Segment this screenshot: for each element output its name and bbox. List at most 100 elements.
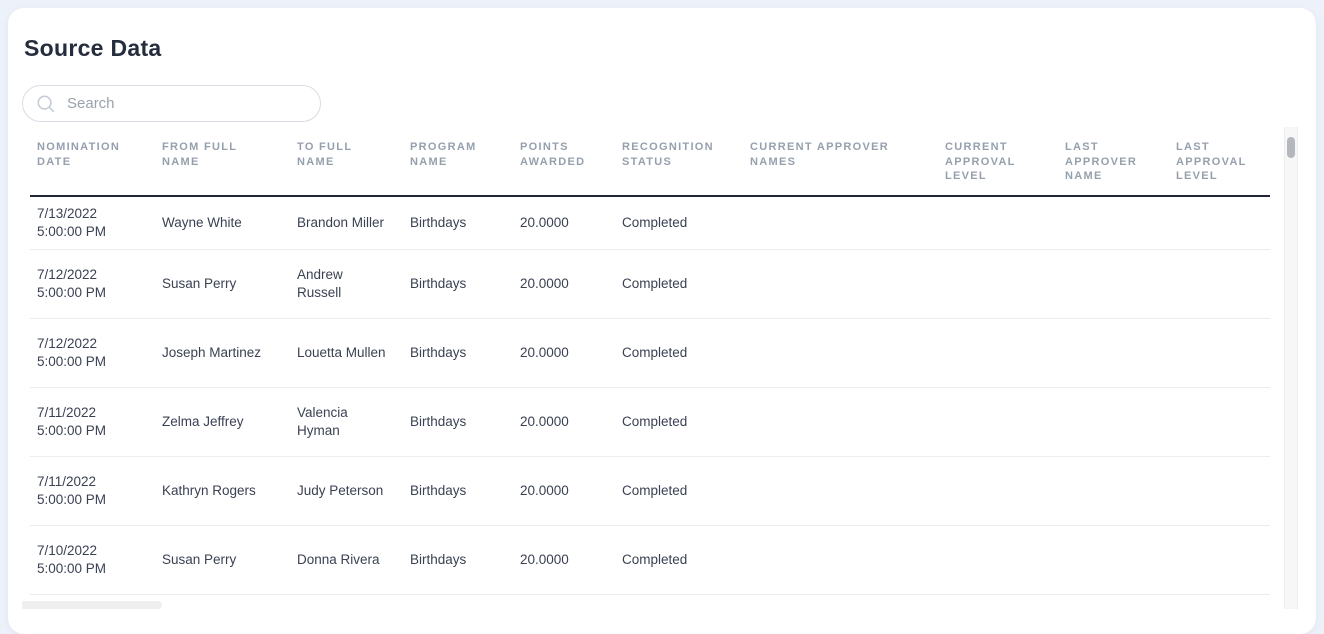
- column-header-recognition-status[interactable]: RECOGNITION STATUS: [615, 127, 743, 196]
- cell-current-approver-names: [743, 319, 938, 388]
- nomination-time-value: 5:00:00 PM: [37, 284, 147, 302]
- cell-program-name: Birthdays: [403, 250, 513, 319]
- cell-current-approval-level: [938, 526, 1058, 595]
- column-header-last-approver-name[interactable]: LAST APPROVER NAME: [1058, 127, 1169, 196]
- nomination-time-value: 5:00:00 PM: [37, 353, 147, 371]
- cell-points-awarded: 20.0000: [513, 526, 615, 595]
- cell-current-approval-level: [938, 250, 1058, 319]
- cell-points-awarded: 20.0000: [513, 388, 615, 457]
- cell-program-name: Birthdays: [403, 526, 513, 595]
- card-content: Source Data NOMINATION DATEFROM FULL NAM…: [8, 34, 1316, 634]
- cell-recognition-status: Completed: [615, 388, 743, 457]
- cell-to-full-name: Andrew Russell: [290, 250, 403, 319]
- cell-to-full-name: Valencia Hyman: [290, 388, 403, 457]
- nomination-time-value: 5:00:00 PM: [37, 491, 147, 509]
- cell-last-approval-level: [1169, 319, 1270, 388]
- cell-nomination-date: 7/13/20225:00:00 PM: [30, 196, 155, 250]
- nomination-time-value: 5:00:00 PM: [37, 223, 147, 241]
- cell-current-approver-names: [743, 250, 938, 319]
- cell-last-approval-level: [1169, 526, 1270, 595]
- cell-current-approval-level: [938, 196, 1058, 250]
- cell-last-approval-level: [1169, 388, 1270, 457]
- cell-points-awarded: 20.0000: [513, 319, 615, 388]
- nomination-date-value: 7/12/2022: [37, 266, 147, 284]
- column-header-current-approver-names[interactable]: CURRENT APPROVER NAMES: [743, 127, 938, 196]
- cell-nomination-date: 7/12/20225:00:00 PM: [30, 250, 155, 319]
- cell-program-name: Birthdays: [403, 196, 513, 250]
- cell-recognition-status: Completed: [615, 319, 743, 388]
- cell-last-approver-name: [1058, 250, 1169, 319]
- page-title: Source Data: [24, 34, 1302, 62]
- search-box: [22, 85, 321, 122]
- cell-to-full-name: Judy Peterson: [290, 457, 403, 526]
- cell-program-name: Birthdays: [403, 457, 513, 526]
- cell-from-full-name: Joseph Martinez: [155, 319, 290, 388]
- cell-last-approval-level: [1169, 457, 1270, 526]
- nomination-date-value: 7/12/2022: [37, 335, 147, 353]
- cell-from-full-name: Zelma Jeffrey: [155, 388, 290, 457]
- cell-nomination-date: 7/11/20225:00:00 PM: [30, 388, 155, 457]
- cell-last-approval-level: [1169, 250, 1270, 319]
- column-header-points-awarded[interactable]: POINTS AWARDED: [513, 127, 615, 196]
- cell-from-full-name: Kathryn Rogers: [155, 457, 290, 526]
- nomination-date-value: 7/10/2022: [37, 542, 147, 560]
- source-data-card: Source Data NOMINATION DATEFROM FULL NAM…: [8, 8, 1316, 634]
- table-row[interactable]: 7/12/20225:00:00 PM Joseph Martinez Loue…: [30, 319, 1270, 388]
- table-row[interactable]: 7/10/20225:00:00 PM Susan Perry Donna Ri…: [30, 526, 1270, 595]
- cell-current-approver-names: [743, 457, 938, 526]
- table-row[interactable]: 7/11/20225:00:00 PM Kathryn Rogers Judy …: [30, 457, 1270, 526]
- cell-last-approver-name: [1058, 319, 1169, 388]
- cell-current-approver-names: [743, 388, 938, 457]
- vertical-scrollbar-thumb[interactable]: [1287, 137, 1295, 158]
- cell-points-awarded: 20.0000: [513, 196, 615, 250]
- cell-recognition-status: Completed: [615, 457, 743, 526]
- cell-from-full-name: Susan Perry: [155, 526, 290, 595]
- search-icon: [36, 94, 56, 114]
- cell-recognition-status: Completed: [615, 526, 743, 595]
- search-input[interactable]: [65, 94, 299, 113]
- cell-from-full-name: Wayne White: [155, 196, 290, 250]
- cell-last-approver-name: [1058, 196, 1169, 250]
- column-header-program-name[interactable]: PROGRAM NAME: [403, 127, 513, 196]
- column-header-current-approval-level[interactable]: CURRENT APPROVAL LEVEL: [938, 127, 1058, 196]
- table-row[interactable]: 7/12/20225:00:00 PM Susan Perry Andrew R…: [30, 250, 1270, 319]
- cell-program-name: Birthdays: [403, 388, 513, 457]
- cell-to-full-name: Louetta Mullen: [290, 319, 403, 388]
- cell-from-full-name: Susan Perry: [155, 250, 290, 319]
- cell-recognition-status: Completed: [615, 250, 743, 319]
- column-header-from-full-name[interactable]: FROM FULL NAME: [155, 127, 290, 196]
- nomination-time-value: 5:00:00 PM: [37, 560, 147, 578]
- cell-nomination-date: 7/11/20225:00:00 PM: [30, 457, 155, 526]
- table-header: NOMINATION DATEFROM FULL NAMETO FULL NAM…: [30, 127, 1270, 196]
- table-scroll-area: NOMINATION DATEFROM FULL NAMETO FULL NAM…: [22, 127, 1302, 609]
- cell-points-awarded: 20.0000: [513, 250, 615, 319]
- nomination-time-value: 5:00:00 PM: [37, 422, 147, 440]
- cell-program-name: Birthdays: [403, 319, 513, 388]
- table-row[interactable]: 7/11/20225:00:00 PM Zelma Jeffrey Valenc…: [30, 388, 1270, 457]
- horizontal-scrollbar-thumb[interactable]: [22, 601, 162, 609]
- table-row[interactable]: 7/13/20225:00:00 PM Wayne White Brandon …: [30, 196, 1270, 250]
- nomination-date-value: 7/11/2022: [37, 473, 147, 491]
- column-header-last-approval-level[interactable]: LAST APPROVAL LEVEL: [1169, 127, 1270, 196]
- cell-recognition-status: Completed: [615, 196, 743, 250]
- cell-nomination-date: 7/12/20225:00:00 PM: [30, 319, 155, 388]
- nomination-date-value: 7/11/2022: [37, 404, 147, 422]
- source-data-table: NOMINATION DATEFROM FULL NAMETO FULL NAM…: [30, 127, 1270, 595]
- cell-last-approver-name: [1058, 388, 1169, 457]
- column-header-to-full-name[interactable]: TO FULL NAME: [290, 127, 403, 196]
- nomination-date-value: 7/13/2022: [37, 205, 147, 223]
- cell-nomination-date: 7/10/20225:00:00 PM: [30, 526, 155, 595]
- cell-current-approver-names: [743, 526, 938, 595]
- cell-to-full-name: Brandon Miller: [290, 196, 403, 250]
- table-body: 7/13/20225:00:00 PM Wayne White Brandon …: [30, 196, 1270, 595]
- table-header-row: NOMINATION DATEFROM FULL NAMETO FULL NAM…: [30, 127, 1270, 196]
- cell-last-approval-level: [1169, 196, 1270, 250]
- cell-last-approver-name: [1058, 457, 1169, 526]
- vertical-scrollbar-track[interactable]: [1284, 127, 1298, 609]
- cell-last-approver-name: [1058, 526, 1169, 595]
- cell-current-approval-level: [938, 319, 1058, 388]
- cell-current-approval-level: [938, 457, 1058, 526]
- column-header-nomination-date[interactable]: NOMINATION DATE: [30, 127, 155, 196]
- cell-current-approval-level: [938, 388, 1058, 457]
- cell-points-awarded: 20.0000: [513, 457, 615, 526]
